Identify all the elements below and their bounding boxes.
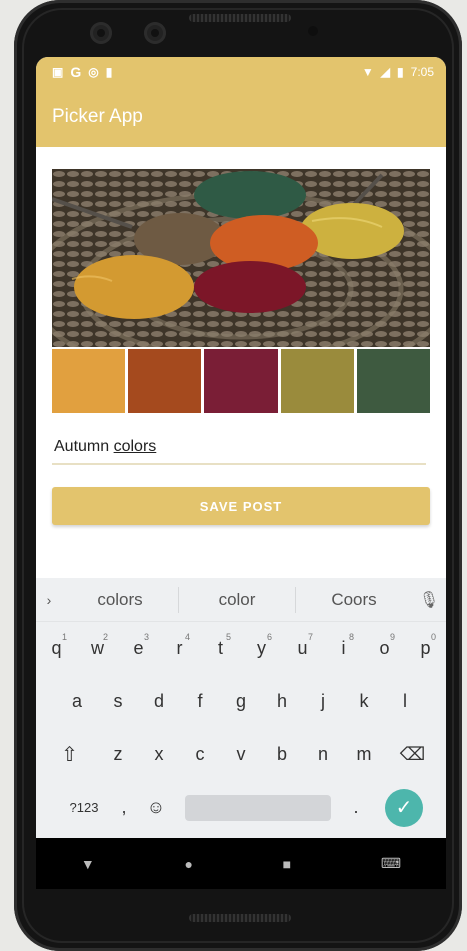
palette-swatch-1[interactable] [52, 349, 126, 413]
shift-icon[interactable]: ⇧ [42, 742, 98, 767]
lock-icon: ▮ [105, 65, 113, 79]
app-title: Picker App [52, 106, 143, 127]
key-row-3: ⇧ z x c v b n m ⌫ [36, 728, 446, 781]
palette-swatch-2[interactable] [128, 349, 202, 413]
key-g[interactable]: g [221, 691, 262, 712]
enter-check-icon[interactable]: ✓ [385, 788, 423, 827]
key-h[interactable]: h [262, 691, 303, 712]
key-s[interactable]: s [98, 691, 139, 712]
backspace-icon[interactable]: ⌫ [385, 744, 441, 765]
suggestion-1[interactable]: colors [62, 590, 178, 610]
key-q[interactable]: q1 [36, 632, 77, 659]
recents-icon[interactable]: ■ [283, 856, 291, 872]
key-x[interactable]: x [139, 744, 180, 765]
key-r[interactable]: r4 [159, 632, 200, 659]
key-u[interactable]: u7 [282, 632, 323, 659]
key-a[interactable]: a [57, 691, 98, 712]
emoji-icon[interactable]: ☺ [139, 797, 173, 818]
circle-icon: ◎ [88, 65, 99, 79]
palette-swatch-3[interactable] [204, 349, 278, 413]
space-key[interactable] [185, 794, 331, 821]
signal-icon: ◢ [380, 65, 391, 79]
yarn-photo[interactable] [52, 169, 430, 347]
key-w[interactable]: w2 [77, 632, 118, 659]
symbols-key[interactable]: ?123 [59, 800, 109, 815]
battery-icon: ▮ [397, 65, 404, 79]
key-comma[interactable]: , [109, 797, 139, 818]
key-l[interactable]: l [385, 691, 426, 712]
save-post-button[interactable]: SAVE POST [52, 487, 430, 525]
key-m[interactable]: m [344, 744, 385, 765]
palette-swatch-5[interactable] [356, 349, 431, 413]
key-period[interactable]: . [343, 797, 369, 818]
status-time: 7:05 [410, 65, 434, 79]
key-j[interactable]: j [303, 691, 344, 712]
keyboard-switch-icon[interactable]: ⌨ [381, 855, 401, 872]
palette-swatch-4[interactable] [280, 349, 354, 413]
front-camera-icon [90, 22, 112, 44]
microphone-icon[interactable]: 🎙 [412, 590, 446, 610]
home-icon[interactable]: ● [184, 856, 192, 872]
phone-screen: ▣ G ◎ ▮ ▼ ◢ ▮ 7:05 Picker App Autumn col… [36, 57, 446, 889]
key-row-2: a s d f g h j k l [36, 675, 446, 728]
key-b[interactable]: b [262, 744, 303, 765]
bottom-speaker [189, 914, 291, 922]
color-palette [52, 349, 431, 413]
key-z[interactable]: z [98, 744, 139, 765]
caption-text: Autumn colors [54, 438, 157, 455]
image-icon: ▣ [52, 65, 64, 79]
front-sensor-icon [144, 22, 166, 44]
key-t[interactable]: t5 [200, 632, 241, 659]
key-row-1: q1 w2 e3 r4 t5 y6 u7 i8 o9 p0 [36, 622, 446, 675]
wifi-icon: ▼ [361, 65, 374, 79]
navigation-bar: ▼ ● ■ ⌨ [36, 838, 446, 889]
suggestion-2[interactable]: color [179, 590, 295, 610]
suggestion-strip: › colors color Coors 🎙 [36, 578, 446, 622]
post-editor: Autumn colors SAVE POST [36, 147, 446, 578]
key-o[interactable]: o9 [364, 632, 405, 659]
key-c[interactable]: c [180, 744, 221, 765]
key-row-4: ?123 , ☺ . ✓ [36, 781, 446, 834]
key-d[interactable]: d [139, 691, 180, 712]
earpiece-speaker [189, 14, 291, 22]
key-n[interactable]: n [303, 744, 344, 765]
status-bar: ▣ G ◎ ▮ ▼ ◢ ▮ 7:05 [36, 57, 446, 87]
soft-keyboard: › colors color Coors 🎙 q1 w2 e3 r4 t5 y6… [36, 578, 446, 838]
key-k[interactable]: k [344, 691, 385, 712]
key-e[interactable]: e3 [118, 632, 159, 659]
key-p[interactable]: p0 [405, 632, 446, 659]
key-i[interactable]: i8 [323, 632, 364, 659]
google-icon: G [70, 64, 82, 80]
key-v[interactable]: v [221, 744, 262, 765]
proximity-sensor [308, 26, 318, 36]
app-bar: Picker App [36, 87, 446, 147]
expand-suggestions-icon[interactable]: › [36, 592, 62, 608]
back-icon[interactable]: ▼ [81, 856, 95, 872]
suggestion-3[interactable]: Coors [296, 590, 412, 610]
caption-input[interactable]: Autumn colors [52, 431, 426, 465]
key-y[interactable]: y6 [241, 632, 282, 659]
key-f[interactable]: f [180, 691, 221, 712]
